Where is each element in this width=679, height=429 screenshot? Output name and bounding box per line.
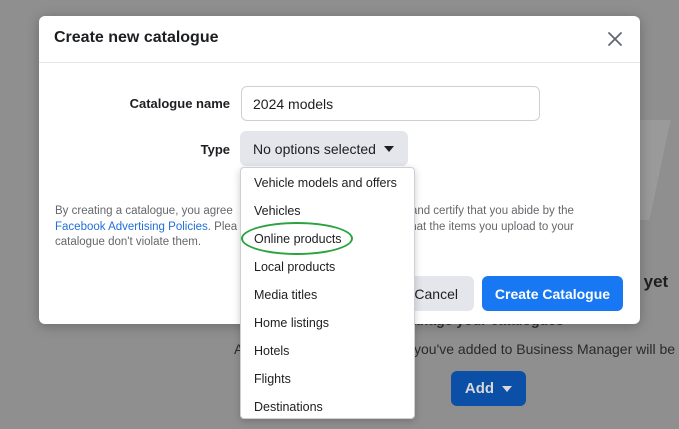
type-option-online-products[interactable]: Online products <box>241 225 414 253</box>
type-options-list: Vehicle models and offers Vehicles Onlin… <box>241 168 414 418</box>
type-option-home-listings[interactable]: Home listings <box>241 309 414 337</box>
advertising-policies-link[interactable]: Facebook Advertising Policies <box>55 221 208 233</box>
chevron-down-icon <box>502 385 513 392</box>
add-button-label: Add <box>464 380 495 397</box>
terms-text-3: . Plea <box>207 220 238 233</box>
type-option-hotels[interactable]: Hotels <box>241 337 414 365</box>
catalogue-name-label: Catalogue name <box>129 96 230 111</box>
catalogue-name-input[interactable] <box>241 86 540 121</box>
dialog-title: Create new catalogue <box>54 29 219 46</box>
type-dropdown-menu: Vehicle models and offers Vehicles Onlin… <box>240 167 415 419</box>
type-select-value: No options selected <box>253 140 376 157</box>
terms-text-4: ure that the items you upload to your <box>387 220 574 233</box>
type-option-vehicles[interactable]: Vehicles <box>241 197 414 225</box>
terms-text-1: By creating a catalogue, you agree <box>55 205 233 217</box>
type-option-vehicle-models-and-offers[interactable]: Vehicle models and offers <box>241 169 414 197</box>
close-button[interactable] <box>605 29 625 49</box>
type-option-media-titles[interactable]: Media titles <box>241 281 414 309</box>
close-icon <box>608 32 622 46</box>
header-divider <box>39 62 640 63</box>
type-option-destinations[interactable]: Destinations <box>241 393 414 418</box>
type-select[interactable]: No options selected <box>240 131 408 166</box>
terms-text-2: and certify that you abide by the <box>407 205 574 217</box>
type-label: Type <box>200 142 230 157</box>
background-description: you've added to Business Manager will be… <box>414 341 679 357</box>
type-option-flights[interactable]: Flights <box>241 365 414 393</box>
chevron-down-icon <box>383 145 394 152</box>
terms-text-5: catalogue don't violate them. <box>55 236 202 248</box>
background-add-button[interactable]: Add <box>451 371 526 406</box>
type-option-local-products[interactable]: Local products <box>241 253 414 281</box>
create-catalogue-button[interactable]: Create Catalogue <box>482 276 623 311</box>
